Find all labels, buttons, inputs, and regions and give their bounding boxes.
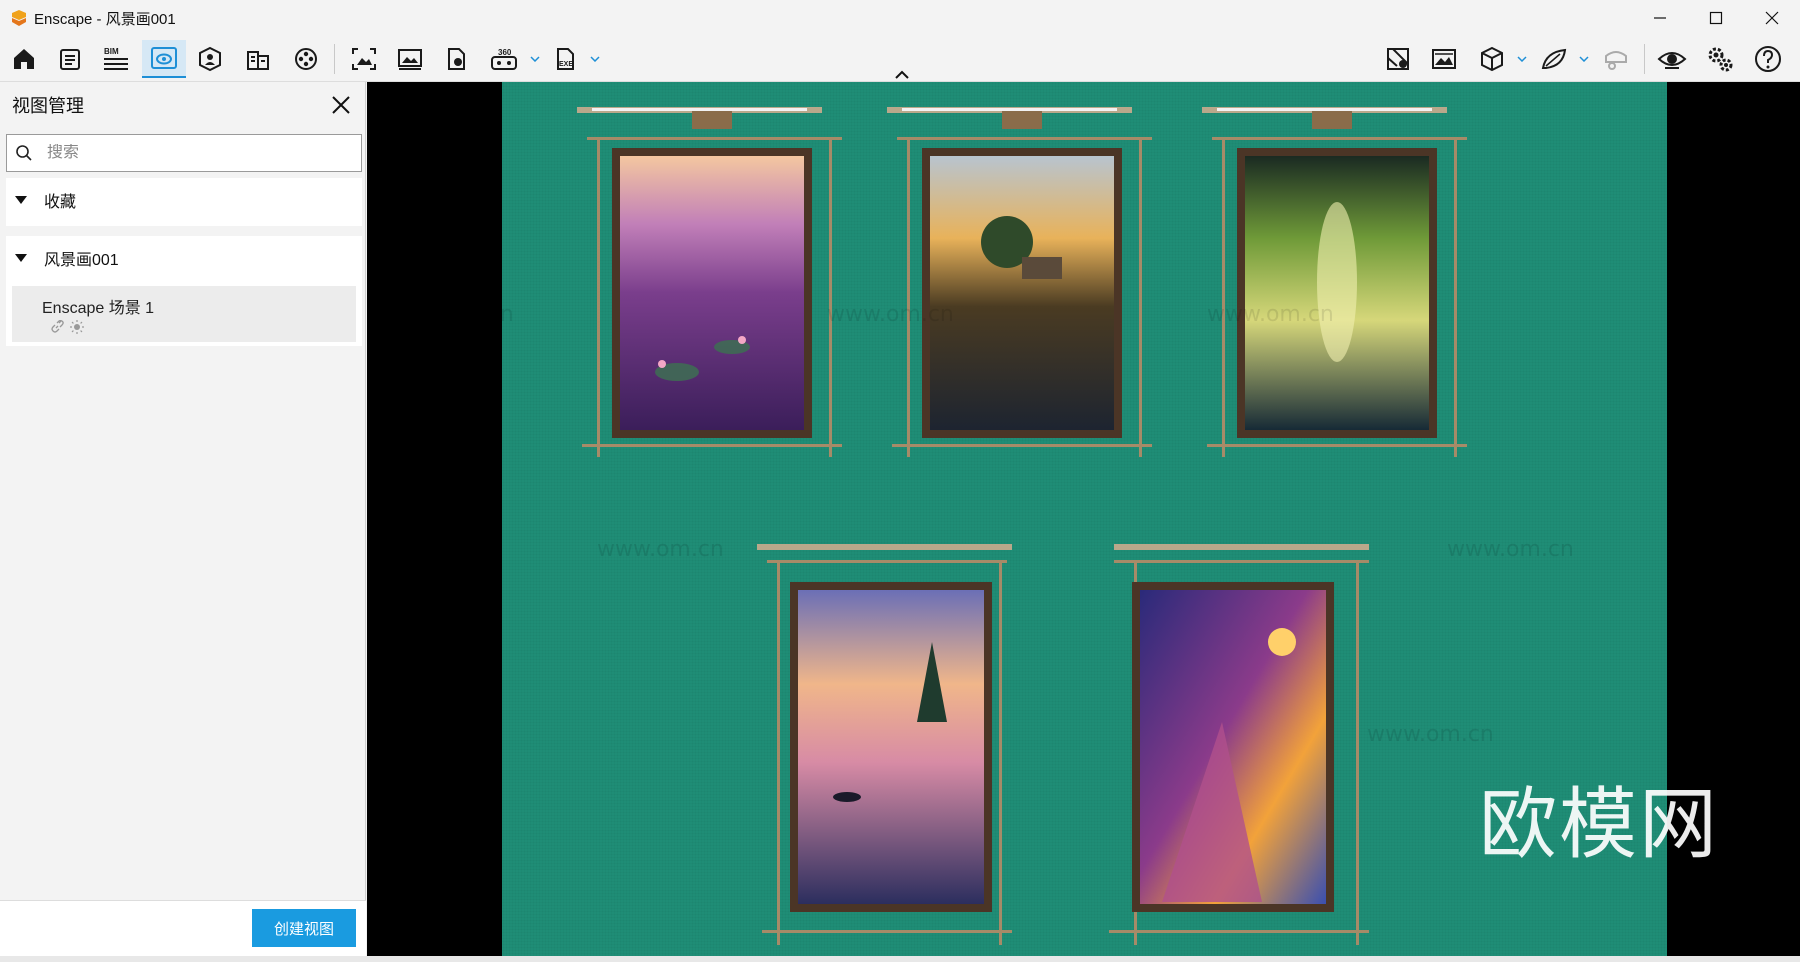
- settings-icon: [1708, 47, 1733, 72]
- caret-down-icon: [15, 254, 27, 262]
- watermark: www.om.cn: [1447, 537, 1574, 562]
- views-button[interactable]: [142, 40, 186, 78]
- collapse-toolbar-chevron-up-icon[interactable]: [892, 68, 912, 82]
- map-icon: [1387, 48, 1409, 70]
- view-item-scene-1[interactable]: Enscape 场景 1: [12, 286, 356, 342]
- notes-button[interactable]: [50, 40, 90, 78]
- render-viewport[interactable]: www.om.cn www.om.cn www.om.cn www.om.cn …: [367, 82, 1800, 956]
- help-button[interactable]: [1748, 40, 1788, 78]
- screenshot-button[interactable]: [344, 40, 384, 78]
- upload-button[interactable]: [436, 40, 476, 78]
- painting-frame-2: [887, 107, 1152, 457]
- favorites-header[interactable]: 收藏: [6, 178, 362, 222]
- vr-headset-icon: [1605, 51, 1627, 70]
- export-dropdown[interactable]: [588, 50, 602, 68]
- watermark-logo: 欧模网: [1479, 780, 1720, 870]
- chevron-down-icon: [1517, 56, 1527, 62]
- maximize-button[interactable]: [1688, 0, 1744, 36]
- search-input[interactable]: [47, 144, 337, 162]
- image-settings-button[interactable]: [1424, 40, 1464, 78]
- video-icon: [295, 48, 317, 70]
- view-management-panel: 视图管理 收藏 风景画001 Enscape 场景 1 创建视图: [0, 82, 366, 962]
- export-exe-icon: EXE: [557, 48, 574, 70]
- panorama-360-icon: 360: [491, 48, 517, 70]
- toolbar-separator: [1644, 44, 1645, 74]
- home-button[interactable]: [4, 40, 44, 78]
- close-panel-icon[interactable]: [330, 94, 352, 116]
- window-title: Enscape - 风景画001: [34, 10, 176, 28]
- watermark: www.om.cn: [1367, 722, 1494, 747]
- painting-frame-1: [577, 107, 842, 457]
- search-icon: [16, 145, 32, 161]
- close-window-button[interactable]: [1744, 0, 1800, 36]
- image-settings-icon: [1432, 49, 1456, 69]
- chevron-down-icon: [1579, 56, 1589, 62]
- bim-icon: BIM: [104, 47, 128, 70]
- batch-render-button[interactable]: [390, 40, 430, 78]
- watermark: www.om.cn: [1207, 302, 1334, 327]
- minimize-button[interactable]: [1632, 0, 1688, 36]
- help-icon: [1755, 46, 1781, 72]
- settings-button[interactable]: [1700, 40, 1740, 78]
- export-exe-button[interactable]: EXE: [546, 40, 586, 78]
- video-button[interactable]: [286, 40, 326, 78]
- visual-settings-button[interactable]: [1652, 40, 1692, 78]
- view-item-label: Enscape 场景 1: [42, 300, 155, 317]
- project-label: 风景画001: [44, 252, 119, 269]
- watermark: www.om.cn: [387, 302, 514, 327]
- view-item-icons: [50, 320, 84, 334]
- material-dropdown[interactable]: [1577, 50, 1591, 68]
- search-box: [6, 134, 362, 172]
- maximize-icon: [1709, 11, 1723, 25]
- map-button[interactable]: [1378, 40, 1418, 78]
- project-header[interactable]: 风景画001: [6, 236, 362, 280]
- svg-text:360: 360: [498, 48, 512, 57]
- svg-text:BIM: BIM: [104, 47, 119, 56]
- buildings-button[interactable]: [238, 40, 278, 78]
- home-icon: [14, 49, 34, 69]
- views-icon: [151, 47, 177, 69]
- project-section: 风景画001 Enscape 场景 1: [6, 236, 362, 346]
- vr-headset-button[interactable]: [1596, 40, 1636, 78]
- painting-frame-5: [1109, 544, 1369, 945]
- chevron-down-icon: [530, 56, 540, 62]
- cube-icon: [1481, 46, 1503, 72]
- panel-footer: 创建视图: [0, 900, 366, 962]
- sun-icon: [70, 320, 84, 334]
- bottom-border: [0, 956, 1800, 962]
- view-mode-button[interactable]: [1472, 40, 1512, 78]
- buildings-icon: [247, 51, 269, 70]
- caret-down-icon: [15, 196, 27, 204]
- panel-title: 视图管理: [12, 96, 84, 116]
- screenshot-icon: [352, 48, 376, 70]
- link-icon: [51, 320, 64, 333]
- watermark: www.om.cn: [597, 537, 724, 562]
- panorama-360-button[interactable]: 360: [484, 40, 524, 78]
- assets-button[interactable]: [190, 40, 230, 78]
- eye-icon: [1657, 52, 1687, 69]
- chevron-down-icon: [590, 56, 600, 62]
- assets-icon: [199, 46, 221, 72]
- notes-icon: [60, 49, 80, 70]
- create-view-button[interactable]: 创建视图: [252, 909, 356, 947]
- favorites-label: 收藏: [44, 194, 77, 211]
- material-button[interactable]: [1534, 40, 1574, 78]
- painting-frame-4: [757, 544, 1012, 945]
- toolbar-separator: [334, 44, 335, 74]
- svg-text:EXE: EXE: [559, 61, 573, 68]
- watermark: www.om.cn: [827, 302, 954, 327]
- bim-button[interactable]: BIM: [96, 40, 136, 78]
- enscape-logo-icon: [12, 10, 26, 26]
- favorites-section: 收藏: [6, 178, 362, 226]
- leaf-icon: [1541, 48, 1567, 69]
- title-bar: Enscape - 风景画001: [0, 0, 1800, 36]
- panorama-dropdown[interactable]: [528, 50, 542, 68]
- batch-render-icon: [398, 49, 422, 70]
- minimize-icon: [1654, 17, 1666, 19]
- upload-icon: [448, 48, 465, 70]
- painting-frame-3: [1202, 107, 1467, 457]
- close-icon: [1765, 11, 1779, 25]
- view-mode-dropdown[interactable]: [1515, 50, 1529, 68]
